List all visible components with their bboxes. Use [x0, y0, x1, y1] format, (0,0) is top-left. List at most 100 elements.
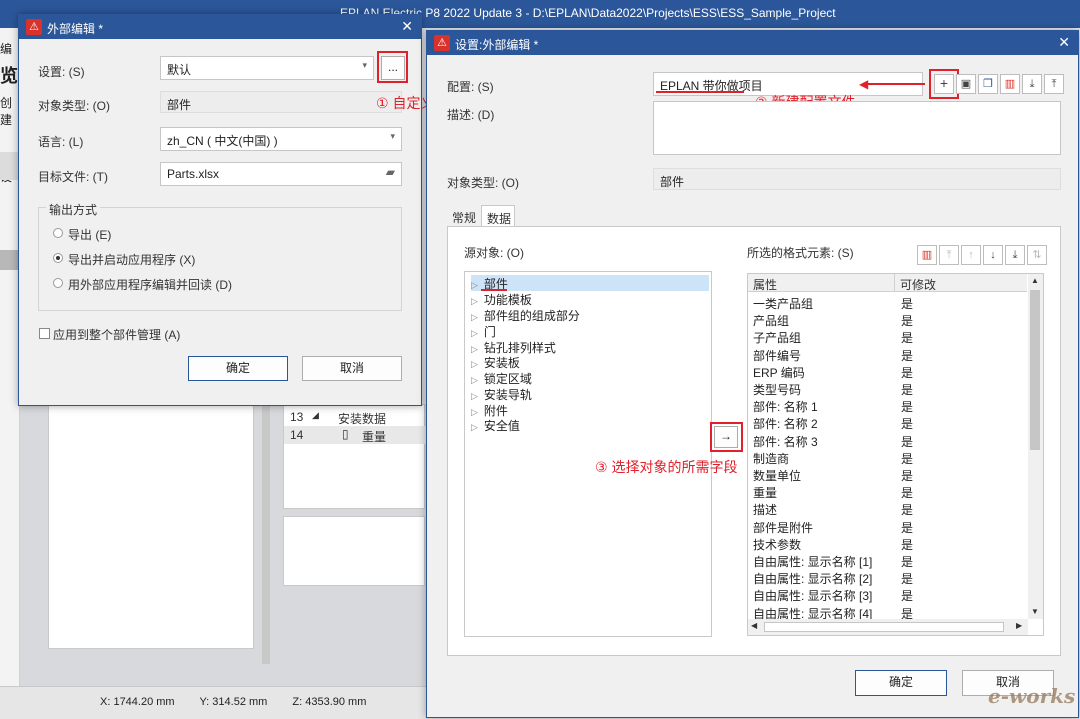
- ok-button[interactable]: 确定: [188, 356, 288, 381]
- ok-button[interactable]: 确定: [855, 670, 947, 696]
- underline-mark: [656, 91, 744, 93]
- grid-row[interactable]: 14 ▯ 重量: [284, 426, 426, 444]
- delete-icon[interactable]: ▥: [1000, 74, 1020, 94]
- list-item[interactable]: 部件: 名称 1 是: [748, 397, 1028, 414]
- dialog-title-bar: ⚠ 外部编辑 * ✕: [19, 15, 421, 39]
- splitter[interactable]: [262, 404, 270, 664]
- target-file-input[interactable]: Parts.xlsx ▰: [160, 162, 402, 186]
- list-item[interactable]: 描述 是: [748, 500, 1028, 517]
- detail-panel: [283, 516, 425, 586]
- tree-item[interactable]: ▷ 安全值: [471, 417, 520, 433]
- move-up-icon[interactable]: ↑: [961, 245, 981, 265]
- eplan-logo-icon: ⚠: [26, 19, 42, 35]
- list-item[interactable]: 部件: 名称 2 是: [748, 414, 1028, 431]
- ribbon-strip: 编 览 创建 设: [0, 28, 20, 718]
- list-item[interactable]: 重量 是: [748, 483, 1028, 500]
- scroll-right-icon[interactable]: ▶: [1016, 621, 1022, 630]
- chevron-down-icon: ▾: [362, 60, 367, 70]
- tree-item[interactable]: ▷ 部件组的组成部分: [471, 307, 580, 323]
- description-field[interactable]: [653, 101, 1061, 155]
- folder-icon[interactable]: ▰: [386, 165, 395, 179]
- editable-value: 是: [901, 400, 914, 415]
- row-label: 安装数据: [338, 412, 387, 426]
- move-top-icon[interactable]: ⤒: [939, 245, 959, 265]
- property-name: 自由属性: 显示名称 [1]: [753, 555, 873, 569]
- horizontal-scrollbar[interactable]: ◀ ▶: [748, 619, 1028, 635]
- move-bottom-icon[interactable]: ⤓: [1005, 245, 1025, 265]
- status-x: X: 1744.20 mm: [100, 696, 175, 708]
- row-number: 14: [290, 428, 304, 442]
- list-item[interactable]: 技术参数 是: [748, 535, 1028, 552]
- list-item[interactable]: 部件是附件 是: [748, 518, 1028, 535]
- column-divider: [894, 274, 895, 292]
- radio-export-launch[interactable]: [53, 253, 63, 263]
- close-icon[interactable]: ✕: [401, 18, 413, 35]
- list-item[interactable]: 自由属性: 显示名称 [3] 是: [748, 586, 1028, 603]
- arrow-left-icon: ◀: [859, 77, 869, 91]
- vertical-scrollbar[interactable]: ▲ ▼: [1028, 274, 1043, 619]
- close-icon[interactable]: ✕: [1058, 34, 1070, 51]
- copy-icon[interactable]: ❐: [978, 74, 998, 94]
- apply-all-checkbox[interactable]: [39, 328, 50, 339]
- property-name: 重量: [753, 486, 778, 501]
- tree-item[interactable]: ▷ 功能模板: [471, 291, 532, 307]
- radio-edit-readback[interactable]: [53, 278, 63, 288]
- settings-dialog: ⚠ 设置:外部编辑 * ✕ 配置: (S) EPLAN 带你做项目 ◀ + ▣ …: [426, 30, 1079, 718]
- cancel-button[interactable]: 取消: [302, 356, 402, 381]
- dialog-title: 设置:外部编辑 *: [455, 38, 539, 52]
- delete-icon[interactable]: ▥: [917, 245, 937, 265]
- scroll-up-icon[interactable]: ▲: [1031, 276, 1039, 285]
- ribbon-fragment: 编: [0, 42, 13, 56]
- collapse-icon[interactable]: ◢: [312, 410, 319, 421]
- chevron-down-icon: ▾: [390, 131, 395, 141]
- list-item[interactable]: 产品组 是: [748, 311, 1028, 328]
- editable-value: 是: [901, 417, 914, 432]
- move-down-icon[interactable]: ↓: [983, 245, 1003, 265]
- list-item[interactable]: 子产品组 是: [748, 328, 1028, 345]
- selected-elements-list[interactable]: 属性 可修改 一类产品组是产品组是子产品组是部件编号是 ERP 编码是类型号码是部…: [747, 273, 1044, 636]
- settings-select[interactable]: 默认 ▾: [160, 56, 374, 80]
- sort-icon[interactable]: ⇅: [1027, 245, 1047, 265]
- list-item[interactable]: 制造商 是: [748, 449, 1028, 466]
- list-item[interactable]: ERP 编码 是: [748, 363, 1028, 380]
- source-tree[interactable]: ▷ 部件 ▷ 功能模板 ▷ 部件组的组成部分 ▷ 门 ▷ 钻孔排列样式 ▷ 安装板 ▷ 锁定区…: [464, 271, 712, 637]
- column-header-property[interactable]: 属性: [753, 276, 777, 293]
- editable-value: 是: [901, 434, 914, 449]
- column-header-editable[interactable]: 可修改: [900, 276, 936, 293]
- list-item[interactable]: 部件: 名称 3 是: [748, 432, 1028, 449]
- grid-row[interactable]: 13 ◢ 安装数据: [284, 408, 426, 426]
- tree-item[interactable]: ▷ 钻孔排列样式: [471, 339, 556, 355]
- language-select[interactable]: zh_CN ( 中文(中国) ) ▾: [160, 127, 402, 151]
- object-type-label: 对象类型: (O): [38, 99, 110, 113]
- list-item[interactable]: 一类产品组 是: [748, 294, 1028, 311]
- list-item[interactable]: 自由属性: 显示名称 [1] 是: [748, 552, 1028, 569]
- document-icon: ▯: [342, 427, 349, 441]
- scroll-thumb[interactable]: [1030, 290, 1040, 450]
- tree-item[interactable]: ▷ 附件: [471, 402, 508, 418]
- tree-item[interactable]: ▷ 安装板: [471, 354, 520, 370]
- list-item[interactable]: 数量单位 是: [748, 466, 1028, 483]
- status-bar: X: 1744.20 mm Y: 314.52 mm Z: 4353.90 mm: [0, 686, 430, 719]
- target-file-value: Parts.xlsx: [167, 167, 220, 181]
- scroll-down-icon[interactable]: ▼: [1031, 607, 1039, 616]
- list-item[interactable]: 类型号码 是: [748, 380, 1028, 397]
- property-name: 自由属性: 显示名称 [3]: [753, 589, 873, 604]
- export-icon[interactable]: ⤒: [1044, 74, 1064, 94]
- tree-item[interactable]: ▷ 锁定区域: [471, 370, 532, 386]
- ribbon-divider: [0, 250, 20, 270]
- tree-item[interactable]: ▷ 安装导轨: [471, 386, 532, 402]
- tree-item[interactable]: ▷ 门: [471, 323, 496, 339]
- object-type-label: 对象类型: (O): [447, 176, 519, 190]
- tab-general[interactable]: 常规: [447, 206, 481, 226]
- save-icon[interactable]: ▣: [956, 74, 976, 94]
- scroll-thumb[interactable]: [764, 622, 1004, 632]
- source-label: 源对象: (O): [464, 246, 524, 260]
- tab-data[interactable]: 数据: [481, 205, 515, 227]
- property-name: 产品组: [753, 314, 790, 329]
- scroll-left-icon[interactable]: ◀: [751, 621, 757, 630]
- import-icon[interactable]: ⤓: [1022, 74, 1042, 94]
- apply-all-label: 应用到整个部件管理 (A): [53, 328, 181, 342]
- radio-export[interactable]: [53, 228, 63, 238]
- list-item[interactable]: 部件编号 是: [748, 346, 1028, 363]
- list-item[interactable]: 自由属性: 显示名称 [2] 是: [748, 569, 1028, 586]
